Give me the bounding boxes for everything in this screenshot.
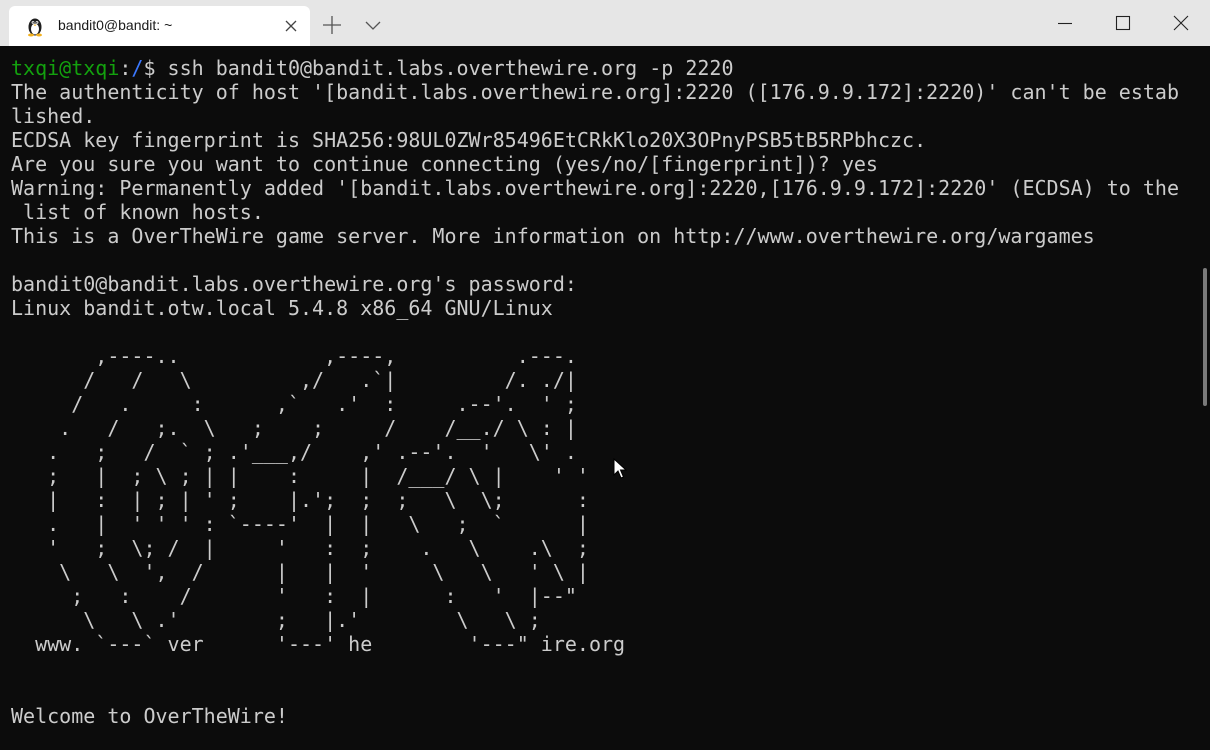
prompt-symbol: $: [143, 56, 156, 80]
terminal-line: ECDSA key fingerprint is SHA256:98UL0ZWr…: [11, 128, 927, 152]
tab-close-icon[interactable]: [283, 18, 299, 34]
prompt-command: ssh bandit0@bandit.labs.overthewire.org …: [155, 56, 734, 80]
minimize-icon[interactable]: [1036, 0, 1094, 46]
terminal-window: bandit0@bandit: ~ txqi@txqi:/$ ssh bandi…: [0, 0, 1210, 750]
terminal-line: Linux bandit.otw.local 5.4.8 x86_64 GNU/…: [11, 296, 553, 320]
terminal-output[interactable]: txqi@txqi:/$ ssh bandit0@bandit.labs.ove…: [0, 46, 1210, 750]
terminal-line: Are you sure you want to continue connec…: [11, 152, 878, 176]
maximize-icon[interactable]: [1094, 0, 1152, 46]
tab-bandit0[interactable]: bandit0@bandit: ~: [9, 6, 310, 46]
prompt-path: /: [131, 56, 144, 80]
ascii-art-line: ,----.. ,----, .---.: [11, 344, 577, 368]
terminal-line: bandit0@bandit.labs.overthewire.org's pa…: [11, 272, 577, 296]
ascii-art-line: . ; / ` ; .'___,/ ,' .--'. ' \' .: [11, 440, 577, 464]
terminal-line: list of known hosts.: [11, 200, 264, 224]
terminal-line: Warning: Permanently added '[bandit.labs…: [11, 176, 1179, 200]
ascii-art-line: \ \ ', / | | ' \ \ ' \ |: [11, 560, 589, 584]
terminal-line: The authenticity of host '[bandit.labs.o…: [11, 80, 1179, 104]
title-bar[interactable]: bandit0@bandit: ~: [0, 0, 1210, 46]
ascii-art-line: ' ; \; / | ' : ; . \ .\ ;: [11, 536, 589, 560]
scrollbar-thumb[interactable]: [1203, 268, 1207, 406]
ascii-art-line: | : | ; | ' ; |.'; ; ; \ \; :: [11, 488, 589, 512]
welcome-message: Welcome to OverTheWire!: [11, 704, 288, 728]
ascii-art-line: www. `---` ver '---' he '---" ire.org: [11, 632, 626, 656]
plus-icon[interactable]: [318, 11, 346, 39]
mouse-pointer-icon: [613, 457, 628, 480]
tab-title: bandit0@bandit: ~: [58, 17, 173, 33]
terminal-line: This is a OverTheWire game server. More …: [11, 224, 1095, 248]
ascii-art-line: . | ' ' ' : `----' | | \ ; ` |: [11, 512, 589, 536]
ascii-art-line: / / \ ,/ .`| /. ./|: [11, 368, 577, 392]
prompt-line: txqi@txqi:/$ ssh bandit0@bandit.labs.ove…: [11, 56, 733, 80]
linux-penguin-icon: [24, 15, 46, 37]
close-icon[interactable]: [1152, 0, 1210, 46]
prompt-separator: :: [119, 56, 132, 80]
chevron-down-icon[interactable]: [359, 11, 387, 39]
prompt-user-host: txqi@txqi: [11, 56, 120, 80]
terminal-line: lished.: [11, 104, 96, 128]
ascii-art-line: \ \ .' ; |.' \ \ ;: [11, 608, 541, 632]
ascii-art-line: ; | ; \ ; | | : | /___/ \ | ' ': [11, 464, 589, 488]
ascii-art-line: . / ;. \ ; ; / /__./ \ : |: [11, 416, 577, 440]
ascii-art-line: / . : ,` .' : .--'. ' ;: [11, 392, 577, 416]
ascii-art-line: ; : / ' : | : ' |--": [11, 584, 577, 608]
